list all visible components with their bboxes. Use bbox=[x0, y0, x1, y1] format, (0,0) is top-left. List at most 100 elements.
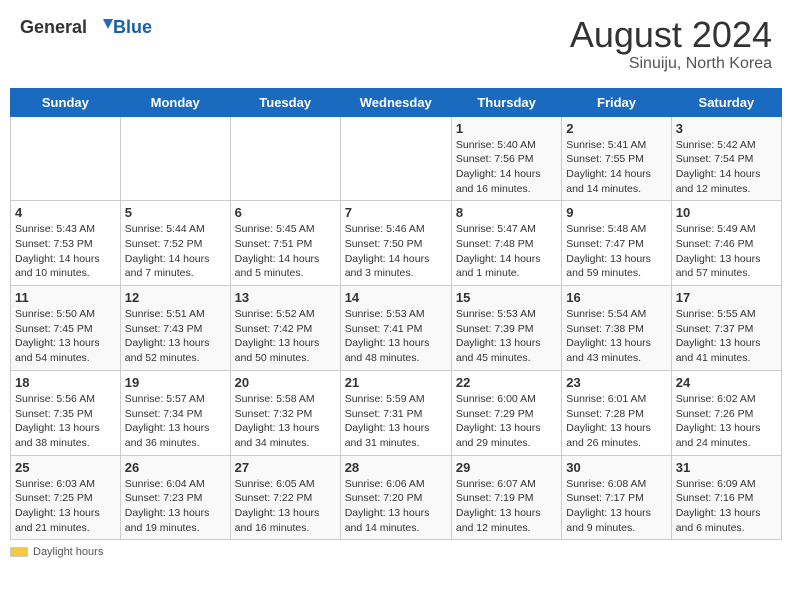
day-number: 4 bbox=[15, 205, 116, 220]
main-title: August 2024 bbox=[570, 15, 772, 55]
day-info: Sunrise: 5:42 AM Sunset: 7:54 PM Dayligh… bbox=[676, 138, 777, 197]
calendar-cell: 21 Sunrise: 5:59 AM Sunset: 7:31 PM Dayli… bbox=[340, 370, 451, 455]
calendar-cell: 3Sunrise: 5:42 AM Sunset: 7:54 PM Daylig… bbox=[671, 116, 781, 201]
day-number: 14 bbox=[345, 290, 447, 305]
calendar-cell: 19 Sunrise: 5:57 AM Sunset: 7:34 PM Dayli… bbox=[120, 370, 230, 455]
day-number: 31 bbox=[676, 460, 777, 475]
day-info: Sunrise: 5:51 AM Sunset: 7:43 PM Dayligh… bbox=[125, 307, 226, 366]
calendar-cell: 11Sunrise: 5:50 AM Sunset: 7:45 PM Dayli… bbox=[11, 286, 121, 371]
calendar-cell bbox=[120, 116, 230, 201]
day-info: Sunrise: 6:01 AM Sunset: 7:28 PM Dayligh… bbox=[566, 392, 666, 451]
calendar-cell: 4 Sunrise: 5:43 AM Sunset: 7:53 PM Daylig… bbox=[11, 201, 121, 286]
calendar-cell: 28Sunrise: 6:06 AM Sunset: 7:20 PM Dayli… bbox=[340, 455, 451, 540]
calendar-cell: 23 Sunrise: 6:01 AM Sunset: 7:28 PM Dayli… bbox=[562, 370, 671, 455]
day-info: Sunrise: 5:59 AM Sunset: 7:31 PM Dayligh… bbox=[345, 392, 447, 451]
day-info: Sunrise: 5:53 AM Sunset: 7:41 PM Dayligh… bbox=[345, 307, 447, 366]
day-info: Sunrise: 6:07 AM Sunset: 7:19 PM Dayligh… bbox=[456, 477, 557, 536]
day-info: Sunrise: 5:43 AM Sunset: 7:53 PM Dayligh… bbox=[15, 222, 116, 281]
day-number: 2 bbox=[566, 121, 666, 136]
daylight-bar-icon bbox=[10, 547, 28, 557]
calendar-cell: 25 Sunrise: 6:03 AM Sunset: 7:25 PM Dayli… bbox=[11, 455, 121, 540]
calendar-cell: 22Sunrise: 6:00 AM Sunset: 7:29 PM Dayli… bbox=[451, 370, 561, 455]
days-of-week-row: SundayMondayTuesdayWednesdayThursdayFrid… bbox=[11, 88, 782, 116]
calendar-cell: 12 Sunrise: 5:51 AM Sunset: 7:43 PM Dayli… bbox=[120, 286, 230, 371]
day-number: 15 bbox=[456, 290, 557, 305]
day-number: 9 bbox=[566, 205, 666, 220]
page-header: General Blue August 2024 Sinuiju, North … bbox=[10, 10, 782, 78]
footer-note: Daylight hours bbox=[10, 546, 782, 558]
day-number: 6 bbox=[235, 205, 336, 220]
day-of-week-header: Friday bbox=[562, 88, 671, 116]
day-info: Sunrise: 6:09 AM Sunset: 7:16 PM Dayligh… bbox=[676, 477, 777, 536]
calendar-week-row: 25 Sunrise: 6:03 AM Sunset: 7:25 PM Dayli… bbox=[11, 455, 782, 540]
day-info: Sunrise: 5:49 AM Sunset: 7:46 PM Dayligh… bbox=[676, 222, 777, 281]
day-info: Sunrise: 5:47 AM Sunset: 7:48 PM Dayligh… bbox=[456, 222, 557, 281]
logo-general-text: General bbox=[20, 17, 87, 38]
calendar-cell: 26Sunrise: 6:04 AM Sunset: 7:23 PM Dayli… bbox=[120, 455, 230, 540]
logo: General Blue bbox=[20, 15, 152, 39]
day-info: Sunrise: 5:50 AM Sunset: 7:45 PM Dayligh… bbox=[15, 307, 116, 366]
day-number: 27 bbox=[235, 460, 336, 475]
day-of-week-header: Monday bbox=[120, 88, 230, 116]
calendar-cell: 14 Sunrise: 5:53 AM Sunset: 7:41 PM Dayli… bbox=[340, 286, 451, 371]
day-info: Sunrise: 6:08 AM Sunset: 7:17 PM Dayligh… bbox=[566, 477, 666, 536]
day-info: Sunrise: 5:45 AM Sunset: 7:51 PM Dayligh… bbox=[235, 222, 336, 281]
calendar-cell: 27 Sunrise: 6:05 AM Sunset: 7:22 PM Dayli… bbox=[230, 455, 340, 540]
day-info: Sunrise: 5:53 AM Sunset: 7:39 PM Dayligh… bbox=[456, 307, 557, 366]
calendar-cell: 7Sunrise: 5:46 AM Sunset: 7:50 PM Daylig… bbox=[340, 201, 451, 286]
sub-title: Sinuiju, North Korea bbox=[570, 55, 772, 73]
day-info: Sunrise: 5:40 AM Sunset: 7:56 PM Dayligh… bbox=[456, 138, 557, 197]
day-number: 8 bbox=[456, 205, 557, 220]
daylight-label: Daylight hours bbox=[33, 546, 103, 558]
calendar-cell: 6 Sunrise: 5:45 AM Sunset: 7:51 PM Daylig… bbox=[230, 201, 340, 286]
day-info: Sunrise: 5:58 AM Sunset: 7:32 PM Dayligh… bbox=[235, 392, 336, 451]
day-number: 21 bbox=[345, 375, 447, 390]
day-info: Sunrise: 5:55 AM Sunset: 7:37 PM Dayligh… bbox=[676, 307, 777, 366]
calendar-week-row: 1 Sunrise: 5:40 AM Sunset: 7:56 PM Daylig… bbox=[11, 116, 782, 201]
calendar-body: 1 Sunrise: 5:40 AM Sunset: 7:56 PM Daylig… bbox=[11, 116, 782, 540]
calendar-cell: 17Sunrise: 5:55 AM Sunset: 7:37 PM Dayli… bbox=[671, 286, 781, 371]
day-number: 18 bbox=[15, 375, 116, 390]
day-info: Sunrise: 6:02 AM Sunset: 7:26 PM Dayligh… bbox=[676, 392, 777, 451]
calendar-cell: 29Sunrise: 6:07 AM Sunset: 7:19 PM Dayli… bbox=[451, 455, 561, 540]
day-number: 24 bbox=[676, 375, 777, 390]
day-number: 28 bbox=[345, 460, 447, 475]
day-number: 25 bbox=[15, 460, 116, 475]
calendar-cell: 2Sunrise: 5:41 AM Sunset: 7:55 PM Daylig… bbox=[562, 116, 671, 201]
logo-blue-text: Blue bbox=[113, 17, 152, 38]
calendar-cell: 20Sunrise: 5:58 AM Sunset: 7:32 PM Dayli… bbox=[230, 370, 340, 455]
day-number: 19 bbox=[125, 375, 226, 390]
day-number: 30 bbox=[566, 460, 666, 475]
logo-icon bbox=[89, 15, 113, 39]
day-of-week-header: Thursday bbox=[451, 88, 561, 116]
day-info: Sunrise: 6:03 AM Sunset: 7:25 PM Dayligh… bbox=[15, 477, 116, 536]
calendar-week-row: 4 Sunrise: 5:43 AM Sunset: 7:53 PM Daylig… bbox=[11, 201, 782, 286]
day-number: 7 bbox=[345, 205, 447, 220]
day-number: 16 bbox=[566, 290, 666, 305]
calendar-cell: 1 Sunrise: 5:40 AM Sunset: 7:56 PM Daylig… bbox=[451, 116, 561, 201]
calendar-week-row: 11Sunrise: 5:50 AM Sunset: 7:45 PM Dayli… bbox=[11, 286, 782, 371]
day-number: 22 bbox=[456, 375, 557, 390]
day-number: 23 bbox=[566, 375, 666, 390]
calendar-cell: 18 Sunrise: 5:56 AM Sunset: 7:35 PM Dayli… bbox=[11, 370, 121, 455]
calendar-cell: 31 Sunrise: 6:09 AM Sunset: 7:16 PM Dayli… bbox=[671, 455, 781, 540]
day-info: Sunrise: 6:05 AM Sunset: 7:22 PM Dayligh… bbox=[235, 477, 336, 536]
day-number: 12 bbox=[125, 290, 226, 305]
calendar-cell bbox=[11, 116, 121, 201]
day-info: Sunrise: 5:48 AM Sunset: 7:47 PM Dayligh… bbox=[566, 222, 666, 281]
day-of-week-header: Sunday bbox=[11, 88, 121, 116]
day-info: Sunrise: 5:54 AM Sunset: 7:38 PM Dayligh… bbox=[566, 307, 666, 366]
day-info: Sunrise: 5:57 AM Sunset: 7:34 PM Dayligh… bbox=[125, 392, 226, 451]
day-number: 26 bbox=[125, 460, 226, 475]
calendar-header: SundayMondayTuesdayWednesdayThursdayFrid… bbox=[11, 88, 782, 116]
title-block: August 2024 Sinuiju, North Korea bbox=[570, 15, 772, 73]
day-of-week-header: Wednesday bbox=[340, 88, 451, 116]
calendar-cell: 13Sunrise: 5:52 AM Sunset: 7:42 PM Dayli… bbox=[230, 286, 340, 371]
day-number: 10 bbox=[676, 205, 777, 220]
day-info: Sunrise: 5:44 AM Sunset: 7:52 PM Dayligh… bbox=[125, 222, 226, 281]
calendar-cell: 8 Sunrise: 5:47 AM Sunset: 7:48 PM Daylig… bbox=[451, 201, 561, 286]
calendar-cell: 24 Sunrise: 6:02 AM Sunset: 7:26 PM Dayli… bbox=[671, 370, 781, 455]
calendar-cell: 15 Sunrise: 5:53 AM Sunset: 7:39 PM Dayli… bbox=[451, 286, 561, 371]
day-number: 1 bbox=[456, 121, 557, 136]
day-info: Sunrise: 5:56 AM Sunset: 7:35 PM Dayligh… bbox=[15, 392, 116, 451]
